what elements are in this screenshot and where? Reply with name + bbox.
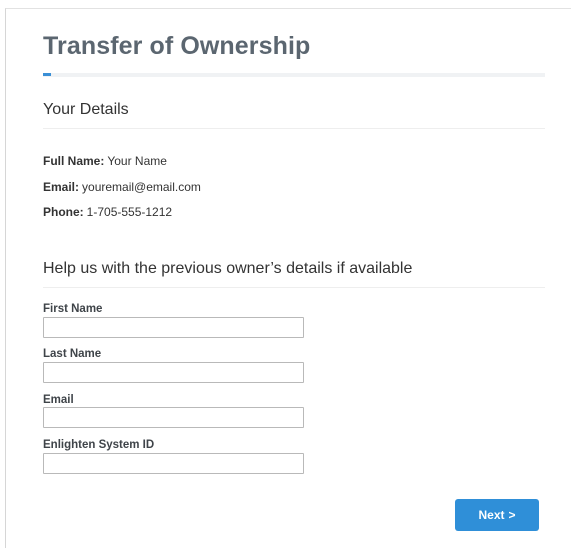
email-value: youremail@email.com: [82, 180, 201, 194]
last-name-input[interactable]: [43, 362, 304, 383]
email-label: Email:: [43, 180, 80, 194]
next-button[interactable]: Next >: [455, 499, 539, 531]
your-details-divider: [43, 128, 545, 129]
email-label: Email: [43, 394, 74, 406]
next-button-label: Next: [478, 508, 505, 522]
full-name-label: Full Name:: [43, 154, 105, 168]
your-details-heading: Your Details: [43, 101, 129, 118]
title-divider: [43, 73, 545, 77]
email-row: Email: youremail@email.com: [43, 180, 201, 194]
last-name-label: Last Name: [43, 348, 102, 360]
first-name-label: First Name: [43, 303, 103, 315]
phone-row: Phone: 1-705-555-1212: [43, 205, 172, 219]
page-title: Transfer of Ownership: [43, 32, 311, 60]
enlighten-system-id-label: Enlighten System ID: [43, 439, 155, 451]
previous-owner-divider: [43, 287, 545, 288]
full-name-value: Your Name: [107, 154, 167, 168]
phone-label: Phone:: [43, 205, 84, 219]
phone-value: 1-705-555-1212: [86, 205, 173, 219]
email-input[interactable]: [43, 407, 304, 428]
progress-indicator: [43, 73, 51, 76]
chevron-right-icon: >: [508, 508, 516, 522]
enlighten-system-id-input[interactable]: [43, 453, 304, 474]
full-name-row: Full Name: Your Name: [43, 154, 167, 168]
first-name-input[interactable]: [43, 317, 304, 338]
previous-owner-heading: Help us with the previous owner’s detail…: [43, 260, 413, 277]
